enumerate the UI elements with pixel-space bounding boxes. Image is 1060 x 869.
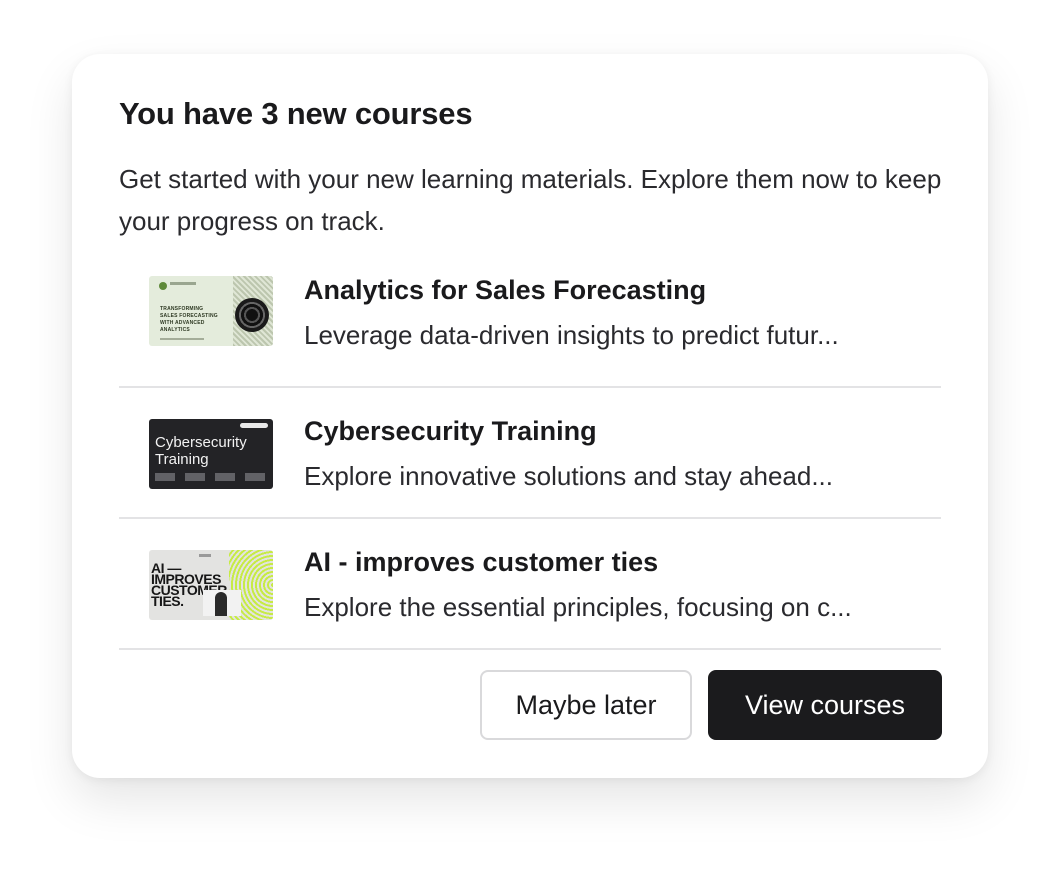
course-thumbnail: TRANSFORMING SALES FORECASTING WITH ADVA…	[149, 276, 273, 346]
course-thumbnail: Cybersecurity Training	[149, 419, 273, 489]
course-description: Explore the essential principles, focusi…	[304, 592, 852, 622]
maybe-later-button[interactable]: Maybe later	[480, 670, 692, 740]
logo-text-line	[170, 282, 196, 285]
course-title: Cybersecurity Training	[304, 416, 597, 446]
new-courses-dialog: You have 3 new courses Get started with …	[72, 54, 988, 778]
dialog-actions: Maybe later View courses	[480, 670, 942, 740]
dialog-description: Get started with your new learning mater…	[119, 164, 942, 236]
person-figure-icon	[215, 592, 227, 616]
course-item[interactable]: Cybersecurity Training Cybersecurity Tra…	[119, 388, 941, 519]
course-title: AI - improves customer ties	[304, 547, 659, 577]
thumbnail-small-text	[155, 473, 265, 481]
course-thumbnail: AI — IMPROVES CUSTOMER TIES.	[149, 550, 273, 620]
thumbnail-pill	[240, 423, 268, 428]
thumbnail-subtext-line	[160, 338, 204, 340]
course-list: TRANSFORMING SALES FORECASTING WITH ADVA…	[119, 258, 941, 650]
view-courses-button[interactable]: View courses	[708, 670, 942, 740]
swirl-art-icon	[235, 298, 269, 332]
course-title: Analytics for Sales Forecasting	[304, 275, 707, 305]
dialog-title: You have 3 new courses	[119, 96, 473, 131]
thumbnail-text: TRANSFORMING SALES FORECASTING WITH ADVA…	[160, 306, 218, 333]
course-item[interactable]: AI — IMPROVES CUSTOMER TIES. AI - improv…	[119, 519, 941, 650]
course-description: Leverage data-driven insights to predict…	[304, 320, 839, 350]
course-item[interactable]: TRANSFORMING SALES FORECASTING WITH ADVA…	[119, 258, 941, 388]
course-description: Explore innovative solutions and stay ah…	[304, 461, 834, 491]
thumbnail-text: Cybersecurity Training	[155, 434, 247, 468]
thumbnail-tiny-text	[199, 554, 211, 557]
brand-logo-icon	[159, 282, 167, 290]
